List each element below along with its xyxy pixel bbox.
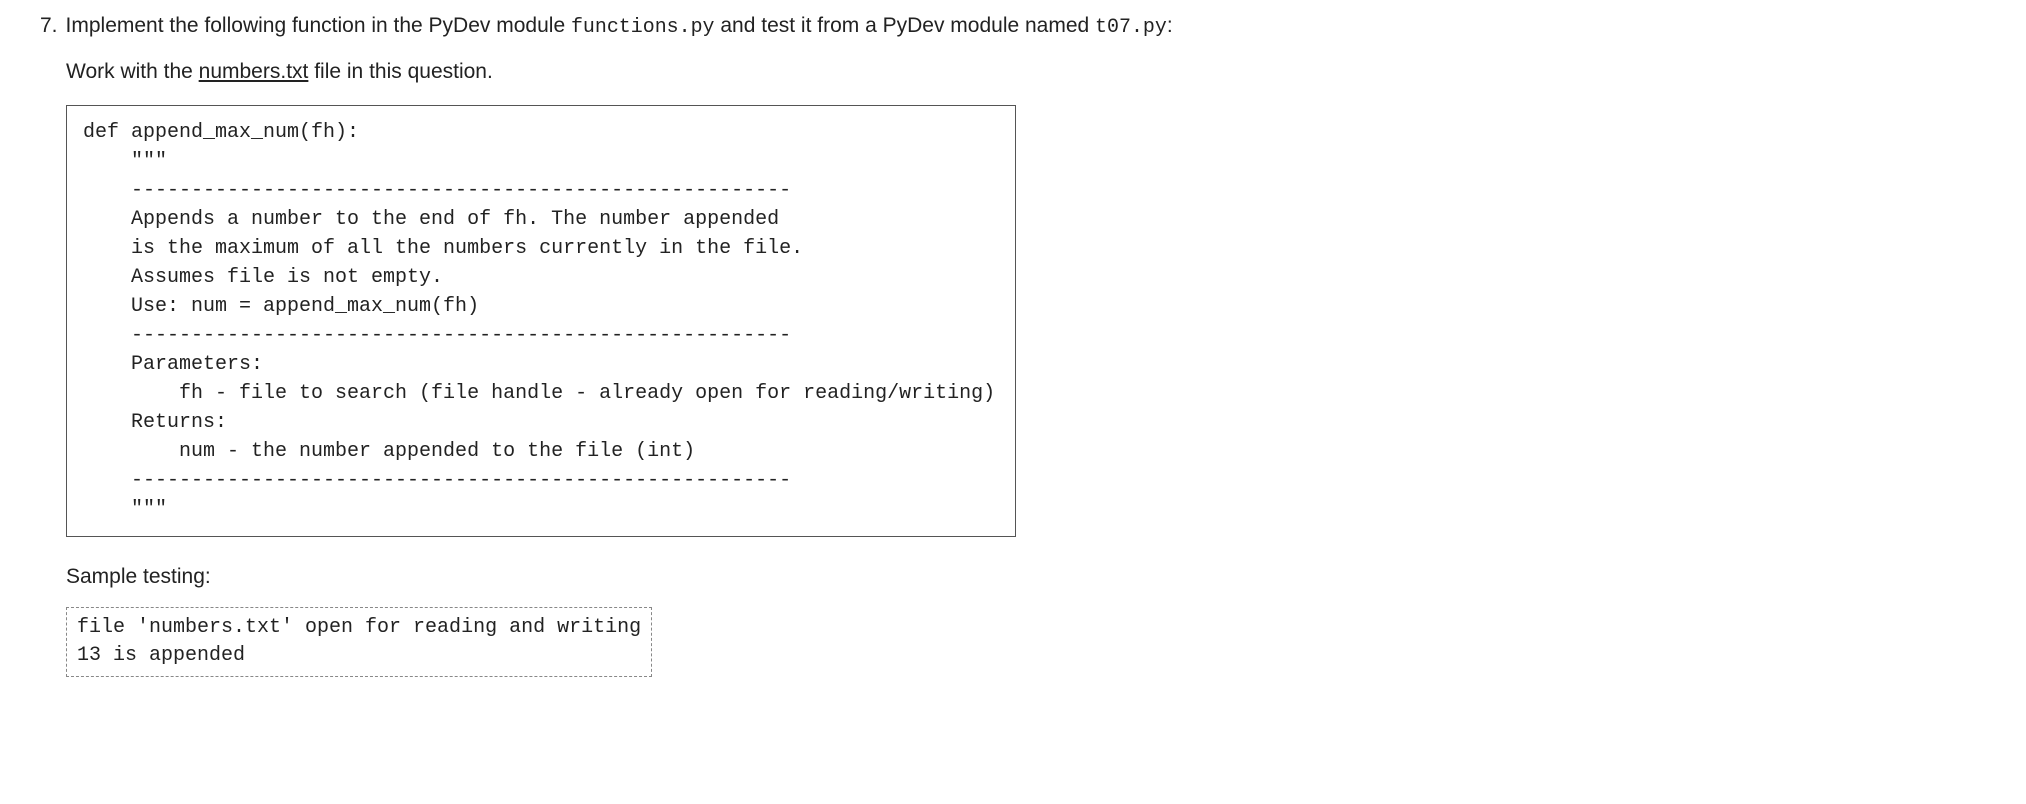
numbers-txt-link[interactable]: numbers.txt [199, 60, 309, 83]
intro-mid: and test it from a PyDev module named [715, 14, 1096, 37]
question-text: Implement the following function in the … [66, 10, 1986, 42]
code-functions-py: functions.py [571, 15, 715, 38]
function-docstring-block: def append_max_num(fh): """ ------------… [66, 105, 1016, 537]
question-number: 7. [40, 10, 58, 42]
work-with-file: Work with the numbers.txt file in this q… [66, 56, 1986, 88]
work-pre: Work with the [66, 60, 199, 83]
question-prompt: 7. Implement the following function in t… [40, 10, 1986, 42]
work-post: file in this question. [308, 60, 492, 83]
sample-testing-label: Sample testing: [66, 561, 1986, 593]
intro-post: : [1167, 14, 1173, 37]
intro-pre: Implement the following function in the … [66, 14, 571, 37]
code-t07-py: t07.py [1095, 15, 1167, 38]
sample-output-block: file 'numbers.txt' open for reading and … [66, 607, 652, 677]
